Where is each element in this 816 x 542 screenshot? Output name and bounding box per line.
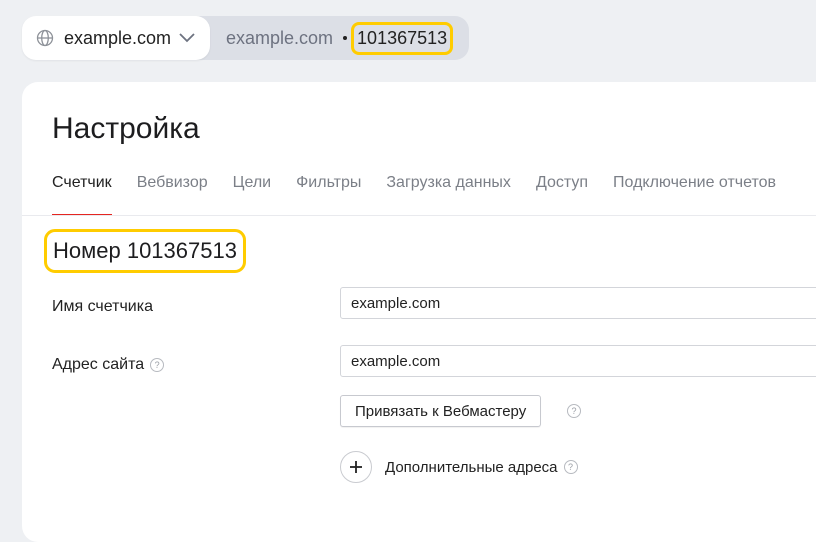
plus-icon <box>340 451 372 483</box>
counter-name-input[interactable] <box>340 287 816 319</box>
site-selector-value: example.com <box>64 28 172 48</box>
globe-icon <box>36 29 54 47</box>
counter-name-label-text: Имя счетчика <box>52 298 153 315</box>
help-icon[interactable]: ? <box>567 404 581 418</box>
chevron-down-icon <box>179 33 195 43</box>
breadcrumb: example.com 101367513 <box>196 16 470 60</box>
tab-webvisor[interactable]: Вебвизор <box>137 174 208 216</box>
site-selector[interactable]: example.com <box>22 16 210 60</box>
top-bar: example.com example.com 101367513 <box>22 16 470 60</box>
breadcrumb-site[interactable]: example.com <box>226 28 333 49</box>
help-icon[interactable]: ? <box>150 358 165 372</box>
help-icon[interactable]: ? <box>563 460 578 474</box>
settings-tabs: Счетчик Вебвизор Цели Фильтры Загрузка д… <box>52 174 801 216</box>
breadcrumb-counter-id: 101367513 <box>351 21 454 55</box>
additional-addresses-toggle[interactable]: Дополнительные адреса ? <box>340 451 578 483</box>
breadcrumb-separator <box>343 36 348 40</box>
site-address-input[interactable] <box>340 345 816 377</box>
tabs-divider <box>22 215 816 216</box>
tab-report-connection[interactable]: Подключение отчетов <box>613 174 776 216</box>
tab-goals[interactable]: Цели <box>233 174 271 216</box>
page-title: Настройка <box>52 112 200 145</box>
counter-number-heading: Номер 101367513 <box>44 229 246 273</box>
link-webmaster-button[interactable]: Привязать к Вебмастеру <box>340 395 542 427</box>
tab-filters[interactable]: Фильтры <box>296 174 361 216</box>
site-address-label: Адрес сайта ? <box>52 356 165 374</box>
tab-data-upload[interactable]: Загрузка данных <box>386 174 511 216</box>
tab-counter[interactable]: Счетчик <box>52 174 112 216</box>
site-address-label-text: Адрес сайта <box>52 356 145 373</box>
additional-addresses-label: Дополнительные адреса <box>385 458 558 476</box>
settings-panel: Настройка Счетчик Вебвизор Цели Фильтры … <box>22 82 816 542</box>
tab-access[interactable]: Доступ <box>536 174 588 216</box>
counter-name-label: Имя счетчика <box>52 298 153 316</box>
